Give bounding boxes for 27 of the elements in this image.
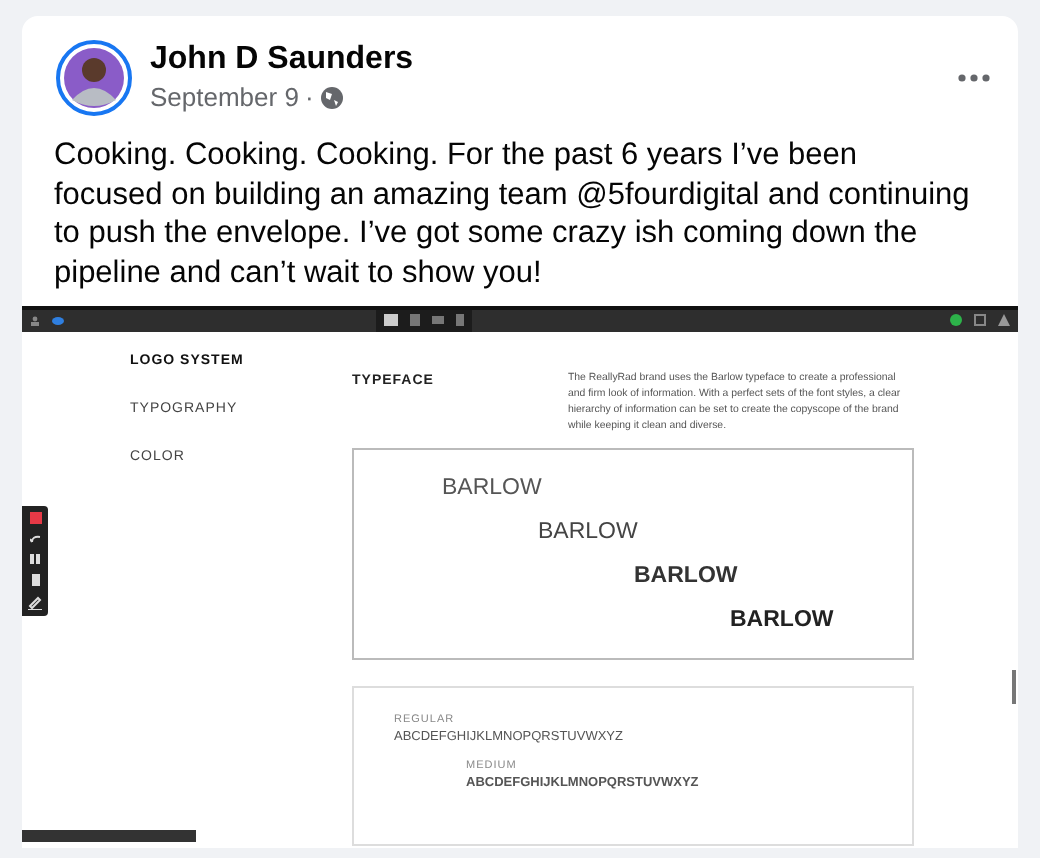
separator: · (304, 80, 314, 116)
sample-text: BARLOW (442, 473, 542, 502)
share-icon[interactable] (974, 314, 986, 327)
warning-icon[interactable] (998, 314, 1010, 327)
scrollbar[interactable] (1012, 669, 1016, 704)
laptop-icon[interactable] (432, 316, 444, 325)
pause-icon[interactable] (30, 553, 40, 564)
more-options-icon[interactable] (958, 74, 990, 82)
status-icon[interactable] (950, 314, 962, 327)
globe-icon (319, 86, 344, 110)
sample-text: BARLOW (634, 561, 738, 590)
post-date[interactable]: September 9 (150, 80, 299, 116)
trash-icon[interactable] (31, 573, 39, 586)
undo-icon[interactable] (29, 533, 41, 544)
post-text: Cooking. Cooking. Cooking. For the past 6 years I’ve been focused on building an amazing team @5fourdigital and continuing to push the envelope. I’ve got some crazy ish coming down the pipeline and can’t wait to show you! (52, 136, 972, 294)
video-frame[interactable] (22, 305, 1018, 848)
sample-text: BARLOW (538, 517, 638, 546)
user-icon[interactable] (30, 315, 40, 326)
dot-icon[interactable] (52, 315, 64, 326)
sample-text: BARLOW (730, 605, 834, 634)
record-icon[interactable] (29, 511, 41, 524)
pen-icon[interactable] (28, 595, 42, 610)
phone-icon[interactable] (456, 314, 464, 327)
avatar[interactable] (56, 40, 132, 116)
author-name[interactable]: John D Saunders (150, 40, 414, 80)
desktop-icon[interactable] (384, 314, 398, 327)
tablet-icon[interactable] (410, 314, 420, 327)
